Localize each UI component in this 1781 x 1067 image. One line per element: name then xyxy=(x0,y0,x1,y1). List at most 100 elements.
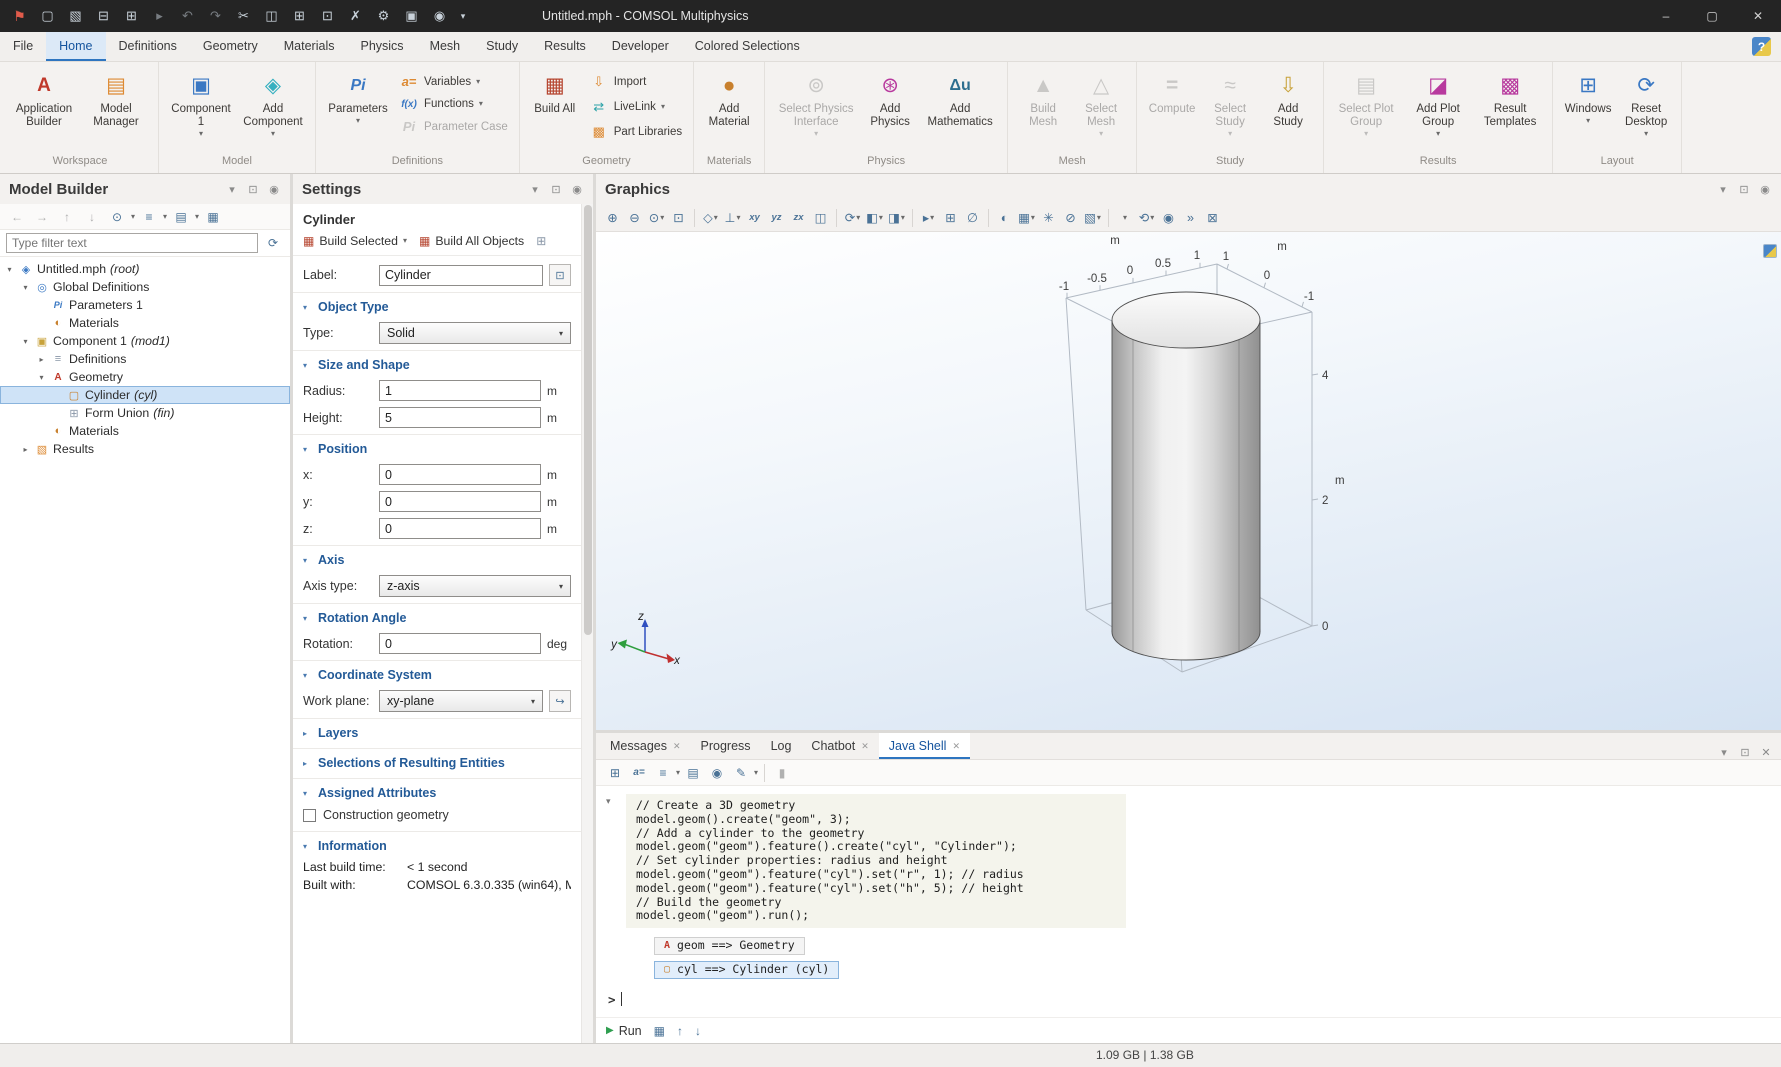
parameters-button[interactable]: Pi Parameters ▾ xyxy=(323,67,393,147)
tree-item-cylinder[interactable]: ▢ Cylinder (cyl) xyxy=(0,386,290,404)
tree-item-definitions[interactable]: ▸ ≡ Definitions xyxy=(0,350,290,368)
java-shell-content[interactable]: ▾ // Create a 3D geometry model.geom().c… xyxy=(596,786,1781,1017)
box-select-icon[interactable]: ⊞ xyxy=(940,207,961,229)
section-object-type-header[interactable]: ▾ Object Type xyxy=(293,293,581,319)
tab-log[interactable]: Log xyxy=(761,733,802,759)
result-templates-button[interactable]: ▩ Result Templates xyxy=(1475,67,1545,147)
sort-icon[interactable]: ▤ xyxy=(170,207,192,227)
radius-input[interactable] xyxy=(379,380,541,401)
scrollbar-thumb[interactable] xyxy=(584,205,592,635)
graphics-3d-view[interactable]: m m m 1 0.5 0 -0.5 -1 1 0 -1 4 2 0 xyxy=(596,232,1781,730)
axis-type-select[interactable]: z-axis ▾ xyxy=(379,575,571,597)
show-output-icon[interactable]: ◉ xyxy=(706,763,728,783)
delete-icon[interactable]: ✗ xyxy=(342,3,369,29)
tree-item-results[interactable]: ▸ ▧ Results xyxy=(0,440,290,458)
select-tool-icon[interactable]: ▸▾ xyxy=(918,207,939,229)
model-manager-button[interactable]: ▤ Model Manager xyxy=(81,67,151,147)
zoom-in-icon[interactable]: ⊕ xyxy=(602,207,623,229)
orbit-icon[interactable]: ⟳▾ xyxy=(842,207,863,229)
section-information-header[interactable]: ▾ Information xyxy=(293,832,581,858)
tab-progress[interactable]: Progress xyxy=(691,733,761,759)
tree-item-parameters[interactable]: Pi Parameters 1 xyxy=(0,296,290,314)
tab-geometry[interactable]: Geometry xyxy=(190,32,271,61)
hide-objects-icon[interactable]: ⊘ xyxy=(1060,207,1081,229)
tab-colored-selections[interactable]: Colored Selections xyxy=(682,32,813,61)
height-input[interactable] xyxy=(379,407,541,428)
close-tab-icon[interactable]: ✕ xyxy=(861,741,869,752)
section-size-shape-header[interactable]: ▾ Size and Shape xyxy=(293,351,581,377)
tab-messages[interactable]: Messages ✕ xyxy=(600,733,691,759)
add-component-button[interactable]: ◈ Add Component ▾ xyxy=(238,67,308,147)
grid-view-icon[interactable]: ▦ xyxy=(202,207,224,227)
tree-item-root[interactable]: ▾ ◈ Untitled.mph (root) xyxy=(0,260,290,278)
construction-geometry-checkbox[interactable] xyxy=(303,809,316,822)
node-text-icon[interactable]: ≡ xyxy=(138,207,160,227)
tab-definitions[interactable]: Definitions xyxy=(106,32,190,61)
pin-panel-icon[interactable]: ◉ xyxy=(1758,183,1772,196)
tab-home[interactable]: Home xyxy=(46,32,105,61)
history-icon[interactable]: ▤ xyxy=(682,763,704,783)
go-to-yz-view-button[interactable]: yz xyxy=(766,207,787,229)
section-coordinate-system-header[interactable]: ▾ Coordinate System xyxy=(293,661,581,687)
text-cursor[interactable] xyxy=(621,992,622,1006)
tab-results[interactable]: Results xyxy=(531,32,599,61)
tree-item-component[interactable]: ▾ ▣ Component 1 (mod1) xyxy=(0,332,290,350)
save-icon[interactable]: ⊟ xyxy=(90,3,117,29)
zoom-box-icon[interactable]: ⊡ xyxy=(668,207,689,229)
import-button[interactable]: ⇩ Import xyxy=(585,73,686,91)
close-panel-icon[interactable]: ✕ xyxy=(1759,746,1773,759)
livelink-button[interactable]: ⇄ LiveLink ▾ xyxy=(585,98,686,116)
paste-icon[interactable]: ⊞ xyxy=(286,3,313,29)
tree-item-global-materials[interactable]: ◐ Materials xyxy=(0,314,290,332)
next-command-icon[interactable]: ↓ xyxy=(695,1024,701,1038)
settings-scrollbar[interactable] xyxy=(581,204,593,1043)
build-all-button[interactable]: ▦ Build All xyxy=(527,67,583,147)
minimize-button[interactable]: – xyxy=(1643,0,1689,32)
tab-chatbot[interactable]: Chatbot ✕ xyxy=(801,733,878,759)
tree-filter-input[interactable] xyxy=(6,233,258,253)
preferences-icon[interactable]: ⚙ xyxy=(370,3,397,29)
result-chip-geometry[interactable]: A geom ==> Geometry xyxy=(654,937,805,955)
float-panel-icon[interactable]: ⊡ xyxy=(1737,183,1751,196)
help-button[interactable]: ? xyxy=(1752,37,1771,56)
part-libraries-button[interactable]: ▩ Part Libraries xyxy=(585,123,686,141)
previous-command-icon[interactable]: ↑ xyxy=(677,1024,683,1038)
tree-item-geometry[interactable]: ▾ A Geometry xyxy=(0,368,290,386)
section-position-header[interactable]: ▾ Position xyxy=(293,435,581,461)
scene-light-icon[interactable]: ✳ xyxy=(1038,207,1059,229)
float-panel-icon[interactable]: ⊡ xyxy=(549,183,563,196)
pin-panel-icon[interactable]: ◉ xyxy=(570,183,584,196)
graphics-side-panel-handle[interactable] xyxy=(1763,244,1777,258)
close-tab-icon[interactable]: ✕ xyxy=(673,741,681,752)
expander-icon[interactable]: ▾ xyxy=(36,373,47,382)
tab-mesh[interactable]: Mesh xyxy=(417,32,474,61)
axis-orientation-icon[interactable]: ⊥▾ xyxy=(722,207,743,229)
tree-item-materials[interactable]: ◐ Materials xyxy=(0,422,290,440)
expander-icon[interactable]: ▸ xyxy=(20,445,31,454)
image-snapshot-icon[interactable]: ◉ xyxy=(1158,207,1179,229)
go-to-work-plane-button[interactable]: ↪ xyxy=(549,690,571,712)
cylinder-object[interactable] xyxy=(1112,292,1260,660)
rotation-input[interactable] xyxy=(379,633,541,654)
refresh-icon[interactable]: ⟳ xyxy=(262,233,284,253)
go-to-zx-view-button[interactable]: zx xyxy=(788,207,809,229)
code-block[interactable]: // Create a 3D geometry model.geom().cre… xyxy=(626,794,1126,928)
float-panel-icon[interactable]: ⊡ xyxy=(1738,746,1752,759)
variables-button[interactable]: a= Variables ▾ xyxy=(395,73,512,90)
reset-desktop-button[interactable]: ⟳ Reset Desktop ▾ xyxy=(1618,67,1674,147)
format-icon[interactable]: ✎ xyxy=(730,763,752,783)
tab-materials[interactable]: Materials xyxy=(271,32,348,61)
customize-toolbar-icon[interactable]: ▾ xyxy=(454,3,472,29)
section-attributes-header[interactable]: ▾ Assigned Attributes xyxy=(293,779,581,805)
float-panel-icon[interactable]: ⊡ xyxy=(246,183,260,196)
color-icon[interactable]: ▧▾ xyxy=(1082,207,1103,229)
save-as-icon[interactable]: ⊞ xyxy=(118,3,145,29)
result-chip-cylinder[interactable]: ▢ cyl ==> Cylinder (cyl) xyxy=(654,961,839,979)
record-icon[interactable]: ◉ xyxy=(426,3,453,29)
transparency-icon[interactable]: ◐ xyxy=(994,207,1015,229)
application-builder-button[interactable]: A Application Builder xyxy=(9,67,79,147)
animation-icon[interactable]: » xyxy=(1180,207,1201,229)
new-file-icon[interactable]: ▢ xyxy=(34,3,61,29)
panel-menu-icon[interactable]: ▾ xyxy=(528,183,542,196)
add-study-button[interactable]: ⇩ Add Study xyxy=(1260,67,1316,147)
